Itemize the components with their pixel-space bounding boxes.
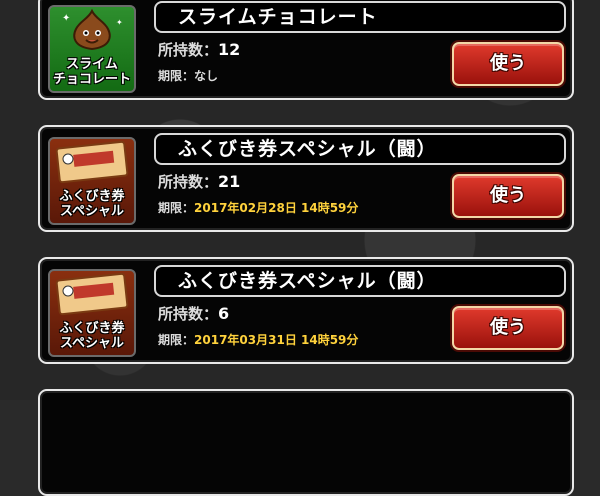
item-name: スライムチョコレート xyxy=(154,1,566,33)
expiry-value: なし xyxy=(194,69,219,83)
expiry-label: 期限： xyxy=(158,333,195,347)
item-card: ✦ ✦ スライム チョコレート スライムチョコレート 所持数：12 期限：なし … xyxy=(38,0,574,100)
svg-text:✦: ✦ xyxy=(62,13,70,24)
icon-caption-line1: スライム xyxy=(66,57,118,72)
use-button[interactable]: 使う xyxy=(452,174,564,218)
svg-text:✦: ✦ xyxy=(116,18,123,27)
icon-caption-line1: ふくびき券 xyxy=(59,321,125,336)
expiry-value: 2017年03月31日 14時59分 xyxy=(194,333,359,347)
quantity-row: 所持数：6 xyxy=(158,303,229,324)
lottery-ticket-icon: ふくびき券 スペシャル xyxy=(48,269,136,357)
item-card xyxy=(38,389,574,496)
expiry-label: 期限： xyxy=(158,201,195,215)
quantity-label: 所持数： xyxy=(158,173,219,191)
use-button[interactable]: 使う xyxy=(452,42,564,86)
expiry-value: 2017年02月28日 14時59分 xyxy=(194,201,359,215)
quantity-value: 21 xyxy=(218,172,241,191)
expiry-label: 期限： xyxy=(158,69,195,83)
expiry-row: 期限：2017年02月28日 14時59分 xyxy=(158,199,358,216)
ticket-icon xyxy=(55,140,129,184)
quantity-row: 所持数：12 xyxy=(158,39,240,60)
item-card: ふくびき券 スペシャル ふくびき券スペシャル（闘） 所持数：21 期限：2017… xyxy=(38,125,574,232)
item-name: ふくびき券スペシャル（闘） xyxy=(154,133,566,165)
expiry-row: 期限：なし xyxy=(158,67,218,84)
quantity-value: 12 xyxy=(218,40,241,59)
ticket-icon xyxy=(55,272,129,316)
slime-chocolate-icon: ✦ ✦ スライム チョコレート xyxy=(48,5,136,93)
icon-caption-line2: スペシャル xyxy=(59,336,125,351)
lottery-ticket-icon: ふくびき券 スペシャル xyxy=(48,137,136,225)
quantity-label: 所持数： xyxy=(158,305,219,323)
quantity-row: 所持数：21 xyxy=(158,171,240,192)
expiry-row: 期限：2017年03月31日 14時59分 xyxy=(158,331,358,348)
quantity-label: 所持数： xyxy=(158,41,219,59)
item-card: ふくびき券 スペシャル ふくびき券スペシャル（闘） 所持数：6 期限：2017年… xyxy=(38,257,574,364)
icon-caption-line2: チョコレート xyxy=(52,72,131,87)
item-name: ふくびき券スペシャル（闘） xyxy=(154,265,566,297)
quantity-value: 6 xyxy=(218,304,230,323)
icon-caption-line2: スペシャル xyxy=(59,204,125,219)
use-button[interactable]: 使う xyxy=(452,306,564,350)
item-list: ✦ ✦ スライム チョコレート スライムチョコレート 所持数：12 期限：なし … xyxy=(0,0,600,496)
slime-icon: ✦ ✦ xyxy=(62,8,123,51)
icon-caption-line1: ふくびき券 xyxy=(59,189,125,204)
